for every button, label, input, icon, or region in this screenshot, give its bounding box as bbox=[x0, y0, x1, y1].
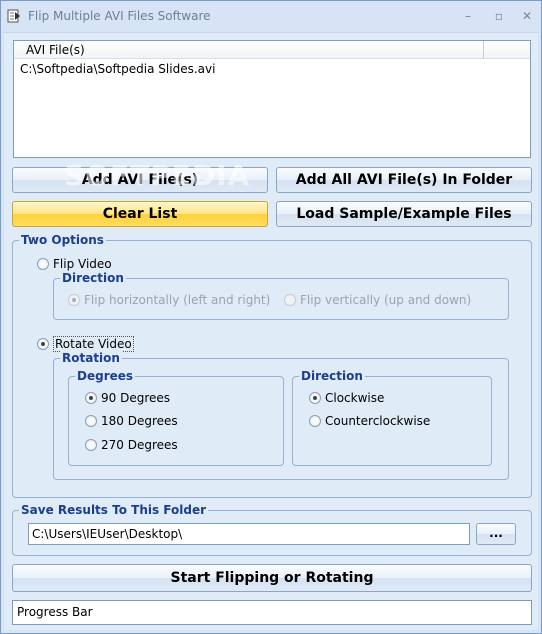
deg-270-label: 270 Degrees bbox=[101, 438, 178, 452]
counterclockwise-option[interactable]: Counterclockwise bbox=[309, 413, 430, 429]
clockwise-label: Clockwise bbox=[325, 391, 385, 405]
minimize-button[interactable]: – bbox=[457, 7, 479, 25]
rotate-video-radio[interactable] bbox=[37, 337, 49, 350]
clockwise-radio[interactable] bbox=[309, 391, 321, 404]
list-header: AVI File(s) bbox=[14, 41, 530, 59]
flip-horizontal-radio[interactable] bbox=[68, 293, 80, 306]
rotation-direction-title: Direction bbox=[299, 369, 365, 383]
main-panel: AVI File(s) C:\Softpedia\Softpedia Slide… bbox=[4, 32, 538, 630]
start-button[interactable]: Start Flipping or Rotating bbox=[12, 564, 532, 592]
degrees-group: Degrees 90 Degrees 180 Degrees 270 Degre… bbox=[68, 369, 284, 466]
save-results-group: Save Results To This Folder C:\Users\IEU… bbox=[12, 503, 532, 556]
flip-horizontal-label: Flip horizontally (left and right) bbox=[84, 293, 271, 307]
maximize-button[interactable]: ▫ bbox=[488, 7, 510, 25]
deg-180-option[interactable]: 180 Degrees bbox=[85, 413, 178, 429]
deg-270-radio[interactable] bbox=[85, 438, 97, 451]
flip-vertical-label: Flip vertically (up and down) bbox=[300, 293, 472, 307]
list-item[interactable]: C:\Softpedia\Softpedia Slides.avi bbox=[20, 62, 215, 76]
file-list[interactable]: AVI File(s) C:\Softpedia\Softpedia Slide… bbox=[13, 40, 531, 158]
watermark: SOFTPEDIA bbox=[64, 159, 251, 192]
flip-direction-title: Direction bbox=[60, 271, 126, 285]
flip-video-label: Flip Video bbox=[53, 257, 112, 271]
rotation-title: Rotation bbox=[60, 351, 122, 365]
flip-horizontal-option[interactable]: Flip horizontally (left and right) bbox=[68, 292, 270, 308]
clear-list-button[interactable]: Clear List bbox=[12, 201, 268, 227]
deg-90-radio[interactable] bbox=[85, 391, 97, 404]
flip-direction-group: Direction Flip horizontally (left and ri… bbox=[53, 271, 509, 320]
app-icon bbox=[7, 9, 20, 23]
save-results-title: Save Results To This Folder bbox=[19, 503, 209, 517]
flip-vertical-option[interactable]: Flip vertically (up and down) bbox=[284, 292, 471, 308]
rotation-group: Rotation Degrees 90 Degrees 180 Degrees … bbox=[53, 351, 509, 480]
deg-180-radio[interactable] bbox=[85, 414, 97, 427]
progress-bar: Progress Bar bbox=[12, 600, 532, 625]
rotate-video-option[interactable]: Rotate Video bbox=[37, 336, 134, 352]
deg-90-label: 90 Degrees bbox=[101, 391, 171, 405]
flip-vertical-radio[interactable] bbox=[284, 293, 296, 306]
title-bar[interactable]: Flip Multiple AVI Files Software – ▫ ✕ bbox=[1, 1, 541, 32]
load-sample-button[interactable]: Load Sample/Example Files bbox=[276, 201, 532, 227]
window-title: Flip Multiple AVI Files Software bbox=[28, 9, 211, 23]
deg-270-option[interactable]: 270 Degrees bbox=[85, 437, 178, 453]
flip-video-radio[interactable] bbox=[37, 257, 49, 270]
add-folder-button[interactable]: Add All AVI File(s) In Folder bbox=[276, 167, 532, 193]
counterclockwise-radio[interactable] bbox=[309, 414, 321, 427]
two-options-title: Two Options bbox=[19, 233, 106, 247]
column-header-avi-files[interactable]: AVI File(s) bbox=[14, 41, 484, 59]
clockwise-option[interactable]: Clockwise bbox=[309, 390, 384, 406]
counterclockwise-label: Counterclockwise bbox=[325, 414, 431, 428]
deg-90-option[interactable]: 90 Degrees bbox=[85, 390, 170, 406]
output-folder-input[interactable]: C:\Users\IEUser\Desktop\ bbox=[28, 523, 470, 545]
two-options-group: Two Options Flip Video Direction Flip ho… bbox=[12, 233, 532, 498]
app-window: Flip Multiple AVI Files Software – ▫ ✕ A… bbox=[0, 0, 542, 634]
browse-folder-button[interactable]: ... bbox=[476, 523, 516, 545]
flip-video-option[interactable]: Flip Video bbox=[37, 256, 112, 272]
close-button[interactable]: ✕ bbox=[516, 7, 538, 25]
rotate-video-label: Rotate Video bbox=[53, 336, 134, 352]
degrees-title: Degrees bbox=[75, 369, 136, 383]
rotation-direction-group: Direction Clockwise Counterclockwise bbox=[292, 369, 492, 466]
deg-180-label: 180 Degrees bbox=[101, 414, 178, 428]
